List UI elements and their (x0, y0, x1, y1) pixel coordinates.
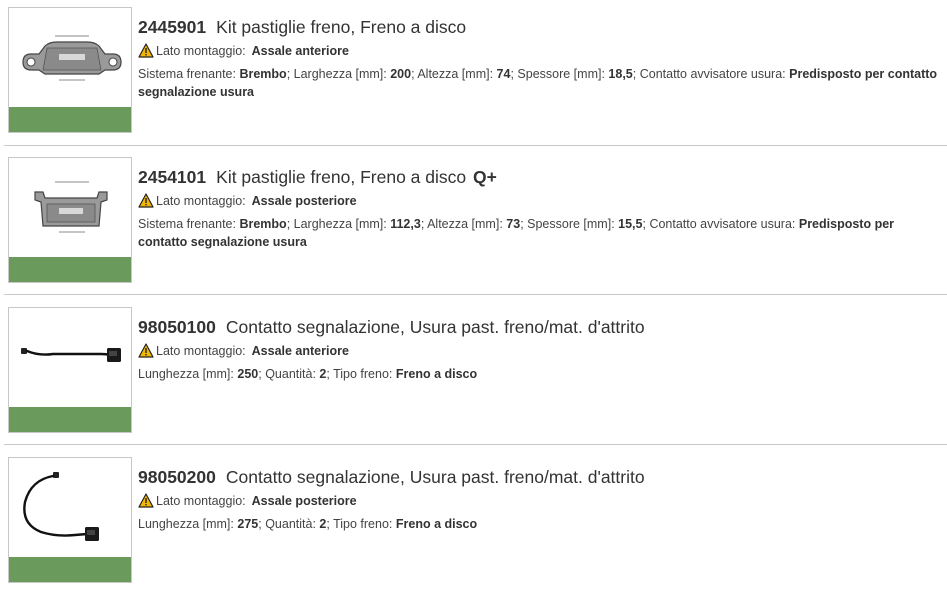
attr-value: 73 (506, 217, 521, 231)
product-row: 98050200 Contatto segnalazione, Usura pas… (0, 450, 947, 595)
attr-label: Altezza [mm]: (417, 67, 494, 81)
product-row: 2445901 Kit pastiglie freno, Freno a disc… (0, 0, 947, 145)
attr-value: 18,5 (608, 67, 633, 81)
attr-value: 15,5 (618, 217, 643, 231)
product-attributes: Sistema frenante: Brembo; Larghezza [mm]… (138, 67, 938, 99)
mount-value: Assale anteriore (251, 44, 349, 58)
attr-value: 200 (390, 67, 412, 81)
product-title[interactable]: 2445901 Kit pastiglie freno, Freno a disc… (138, 16, 944, 38)
attr-value: Brembo (239, 217, 287, 231)
warning-icon (138, 343, 154, 358)
mount-label: Lato montaggio: (156, 194, 246, 208)
warning-icon (138, 43, 154, 58)
product-row: 98050100 Contatto segnalazione, Usura pas… (0, 300, 947, 445)
attr-label: Contatto avvisatore usura: (649, 217, 796, 231)
product-image[interactable] (8, 7, 132, 133)
attr-label: Spessore [mm]: (527, 217, 615, 231)
attr-value: 2 (319, 367, 327, 381)
image-accent-bar (9, 257, 131, 282)
attr-value: 112,3 (390, 217, 421, 231)
product-title[interactable]: 98050100 Contatto segnalazione, Usura pas… (138, 316, 944, 338)
mount-side: Lato montaggio: Assale posteriore (138, 493, 944, 509)
row-divider (4, 145, 947, 146)
attr-value: 275 (237, 517, 259, 531)
attr-value: Brembo (239, 67, 287, 81)
product-info: 2445901 Kit pastiglie freno, Freno a disc… (138, 16, 944, 101)
attr-value: 74 (496, 67, 511, 81)
product-title[interactable]: 2454101 Kit pastiglie freno, Freno a disc… (138, 166, 944, 188)
brake-pad-rear-icon (34, 181, 108, 233)
product-row: 2454101 Kit pastiglie freno, Freno a disc… (0, 150, 947, 295)
product-name[interactable]: Kit pastiglie freno, Freno a disco (216, 17, 466, 37)
mount-value: Assale posteriore (251, 494, 357, 508)
product-attributes: Lunghezza [mm]: 275; Quantità: 2; Tipo f… (138, 517, 478, 531)
attr-label: Contatto avvisatore usura: (639, 67, 786, 81)
attr-value: 250 (237, 367, 259, 381)
attr-label: Sistema frenante: (138, 67, 236, 81)
product-list: 2445901 Kit pastiglie freno, Freno a disc… (0, 0, 947, 591)
image-accent-bar (9, 407, 131, 432)
product-name[interactable]: Kit pastiglie freno, Freno a disco (216, 167, 466, 187)
attr-value: 2 (319, 517, 327, 531)
attr-label: Lunghezza [mm]: (138, 517, 234, 531)
wear-sensor-long-icon (23, 472, 99, 541)
attr-value: Freno a disco (395, 367, 478, 381)
product-code[interactable]: 98050100 (138, 317, 216, 337)
attr-label: Tipo freno: (333, 367, 393, 381)
attr-label: Larghezza [mm]: (293, 67, 387, 81)
mount-side: Lato montaggio: Assale posteriore (138, 193, 944, 209)
product-attributes: Sistema frenante: Brembo; Larghezza [mm]… (138, 217, 895, 249)
attr-value: Freno a disco (395, 517, 478, 531)
mount-value: Assale posteriore (251, 194, 357, 208)
product-attributes: Lunghezza [mm]: 250; Quantità: 2; Tipo f… (138, 367, 478, 381)
attr-label: Spessore [mm]: (517, 67, 605, 81)
mount-label: Lato montaggio: (156, 494, 246, 508)
product-code[interactable]: 2454101 (138, 167, 206, 187)
attr-label: Sistema frenante: (138, 217, 236, 231)
image-accent-bar (9, 107, 131, 132)
product-code[interactable]: 98050200 (138, 467, 216, 487)
row-divider (4, 444, 947, 445)
product-info: 2454101 Kit pastiglie freno, Freno a disc… (138, 166, 944, 251)
mount-label: Lato montaggio: (156, 344, 246, 358)
warning-icon (138, 193, 154, 208)
product-image[interactable] (8, 157, 132, 283)
mount-label: Lato montaggio: (156, 44, 246, 58)
attr-label: Quantità: (265, 517, 316, 531)
warning-icon (138, 493, 154, 508)
product-code[interactable]: 2445901 (138, 17, 206, 37)
attr-label: Altezza [mm]: (427, 217, 503, 231)
mount-side: Lato montaggio: Assale anteriore (138, 343, 944, 359)
product-image[interactable] (8, 307, 132, 433)
image-accent-bar (9, 557, 131, 582)
attr-label: Quantità: (265, 367, 316, 381)
quality-badge: Q+ (473, 167, 497, 187)
mount-side: Lato montaggio: Assale anteriore (138, 43, 944, 59)
product-info: 98050200 Contatto segnalazione, Usura pas… (138, 466, 944, 533)
attr-label: Larghezza [mm]: (293, 217, 387, 231)
product-info: 98050100 Contatto segnalazione, Usura pas… (138, 316, 944, 383)
attr-label: Lunghezza [mm]: (138, 367, 234, 381)
product-name[interactable]: Contatto segnalazione, Usura past. freno… (226, 467, 645, 487)
row-divider (4, 294, 947, 295)
product-name[interactable]: Contatto segnalazione, Usura past. freno… (226, 317, 645, 337)
product-image[interactable] (8, 457, 132, 583)
attr-label: Tipo freno: (333, 517, 393, 531)
wear-sensor-short-icon (21, 348, 121, 362)
brake-pad-front-icon (22, 35, 122, 81)
mount-value: Assale anteriore (251, 344, 349, 358)
product-title[interactable]: 98050200 Contatto segnalazione, Usura pas… (138, 466, 944, 488)
